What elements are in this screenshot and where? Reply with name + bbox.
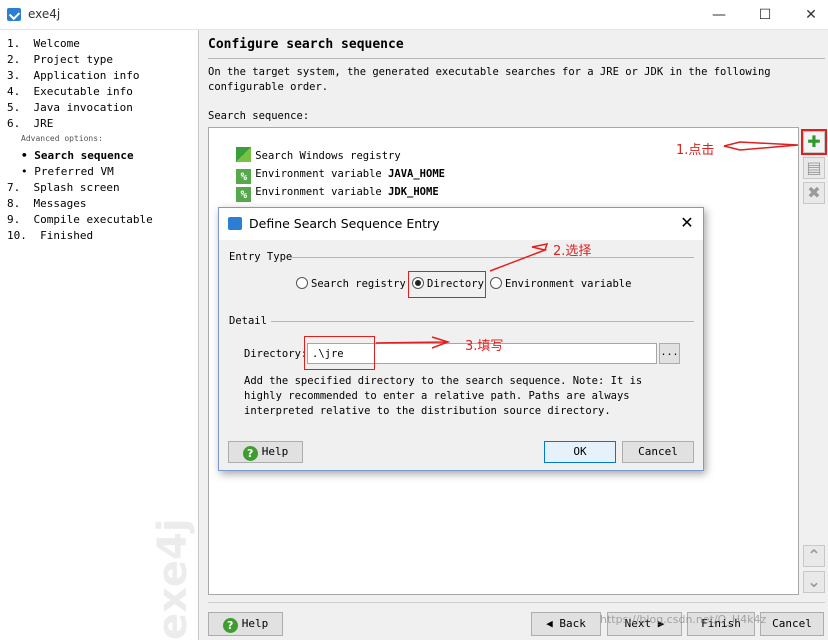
arrow-to-input bbox=[375, 336, 451, 349]
arrow-to-directory bbox=[489, 243, 549, 272]
annotation-step1: 1.点击 bbox=[676, 143, 715, 158]
annotation-step3: 3.填写 bbox=[465, 339, 504, 354]
arrow-to-add bbox=[723, 141, 799, 151]
annotation-arrows bbox=[375, 141, 799, 349]
annotation-step2: 2.选择 bbox=[553, 244, 592, 259]
url-watermark: https://blog.csdn.net/Q_H4k4z bbox=[600, 613, 767, 626]
